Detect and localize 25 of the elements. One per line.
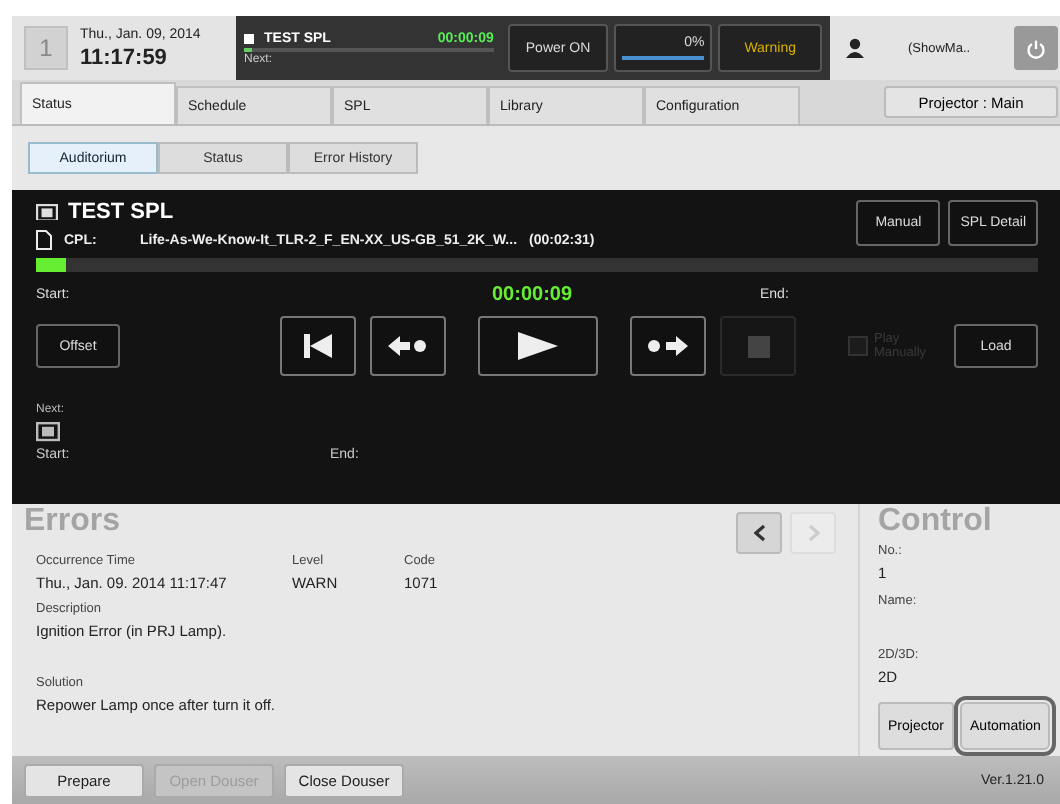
- section-title: Control: [878, 504, 994, 540]
- screen-number: 1: [24, 26, 68, 70]
- film-icon: [36, 203, 58, 221]
- user-icon: [846, 38, 864, 58]
- forward-button[interactable]: [630, 316, 706, 376]
- previous-button[interactable]: [736, 512, 782, 554]
- section-title: Errors: [24, 504, 121, 540]
- rewind-button[interactable]: [280, 316, 356, 376]
- arrow-left-icon: [388, 336, 428, 356]
- power-icon: [1026, 37, 1046, 59]
- timecode: 00:00:09: [492, 283, 575, 305]
- chevron-right-icon: [807, 524, 819, 542]
- stop-icon: [747, 335, 769, 357]
- arrow-right-icon: [648, 336, 688, 356]
- film-icon: [36, 422, 60, 442]
- play-icon: [518, 332, 558, 360]
- stop-icon: [244, 33, 254, 43]
- back-button[interactable]: [370, 316, 446, 376]
- skip-start-icon: [304, 334, 332, 358]
- power-button[interactable]: [1014, 26, 1058, 70]
- document-icon: [36, 230, 52, 250]
- spl-title: TEST SPL: [68, 200, 174, 224]
- play-button[interactable]: [478, 316, 598, 376]
- clock-time: 11:17:59: [80, 45, 169, 69]
- chevron-left-icon: [753, 524, 765, 542]
